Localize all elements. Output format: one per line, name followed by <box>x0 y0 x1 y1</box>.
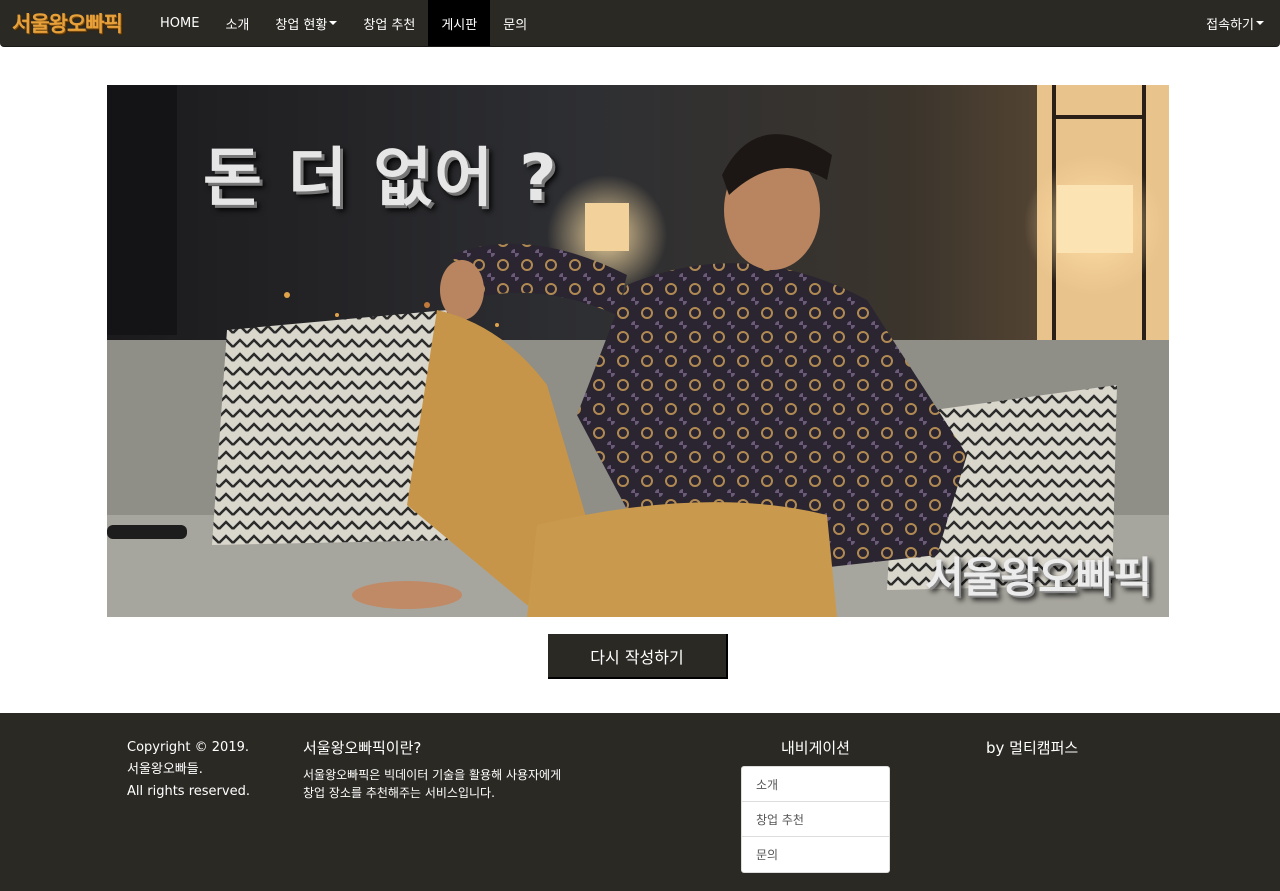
nav-item-recommend[interactable]: 창업 추천 <box>350 0 428 46</box>
nav-item-label: 게시판 <box>441 17 478 33</box>
login-dropdown-label: 접속하기 <box>1206 17 1254 33</box>
nav-item-board[interactable]: 게시판 <box>428 0 491 46</box>
nav-item-label: 창업 현황 <box>275 17 328 33</box>
banner-headline: 돈 더 없어 ? <box>203 142 559 216</box>
top-navbar: 서울왕오빠픽 HOME 소개 창업 현황 창업 추천 게시판 문의 접속하기 <box>0 0 1280 47</box>
footer: Copyright © 2019. 서울왕오빠들. All rights res… <box>0 713 1280 891</box>
nav-item-label: 문의 <box>503 17 528 33</box>
byline: by 멀티캠퍼스 <box>986 739 1079 757</box>
brand-logo[interactable]: 서울왕오빠픽 <box>12 8 123 38</box>
about-section: 서울왕오빠픽이란? 서울왕오빠픽은 빅데이터 기술을 활용해 사용자에게 창업 … <box>303 737 603 802</box>
footer-nav-item-about[interactable]: 소개 <box>742 767 889 802</box>
nav-menu: HOME 소개 창업 현황 창업 추천 게시판 문의 <box>147 0 540 46</box>
hero-banner-image: 돈 더 없어 ? 서울왕오빠픽 <box>107 85 1169 617</box>
about-line: 창업 장소를 추천해주는 서비스입니다. <box>303 786 495 800</box>
caret-down-icon <box>329 21 338 25</box>
banner-logo-text: 서울왕오빠픽 <box>925 553 1152 602</box>
about-line: 서울왕오빠픽은 빅데이터 기술을 활용해 사용자에게 <box>303 768 562 782</box>
footer-nav-title: 내비게이션 <box>780 739 850 757</box>
copyright-text: Copyright © 2019. 서울왕오빠들. All rights res… <box>127 737 250 803</box>
about-text: 서울왕오빠픽은 빅데이터 기술을 활용해 사용자에게 창업 장소를 추천해주는 … <box>303 766 603 802</box>
footer-navigation: 내비게이션 소개 창업 추천 문의 <box>741 737 890 873</box>
footer-nav-item-recommend[interactable]: 창업 추천 <box>742 802 889 837</box>
footer-nav-list: 소개 창업 추천 문의 <box>741 766 890 873</box>
nav-item-contact[interactable]: 문의 <box>490 0 540 46</box>
caret-down-icon <box>1256 21 1264 25</box>
footer-nav-item-contact[interactable]: 문의 <box>742 837 889 872</box>
nav-item-label: HOME <box>160 15 200 31</box>
rewrite-button[interactable]: 다시 작성하기 <box>548 634 728 679</box>
nav-item-label: 창업 추천 <box>363 17 416 33</box>
login-dropdown[interactable]: 접속하기 <box>1206 0 1264 46</box>
about-title: 서울왕오빠픽이란? <box>303 739 422 757</box>
nav-item-label: 소개 <box>225 17 250 33</box>
copyright-line: Copyright © 2019. <box>127 740 250 755</box>
copyright-line: 서울왕오빠들. <box>127 762 203 777</box>
nav-item-about[interactable]: 소개 <box>212 0 262 46</box>
nav-item-home[interactable]: HOME <box>147 0 212 46</box>
copyright-line: All rights reserved. <box>127 784 250 799</box>
nav-item-status-dropdown[interactable]: 창업 현황 <box>262 0 350 46</box>
